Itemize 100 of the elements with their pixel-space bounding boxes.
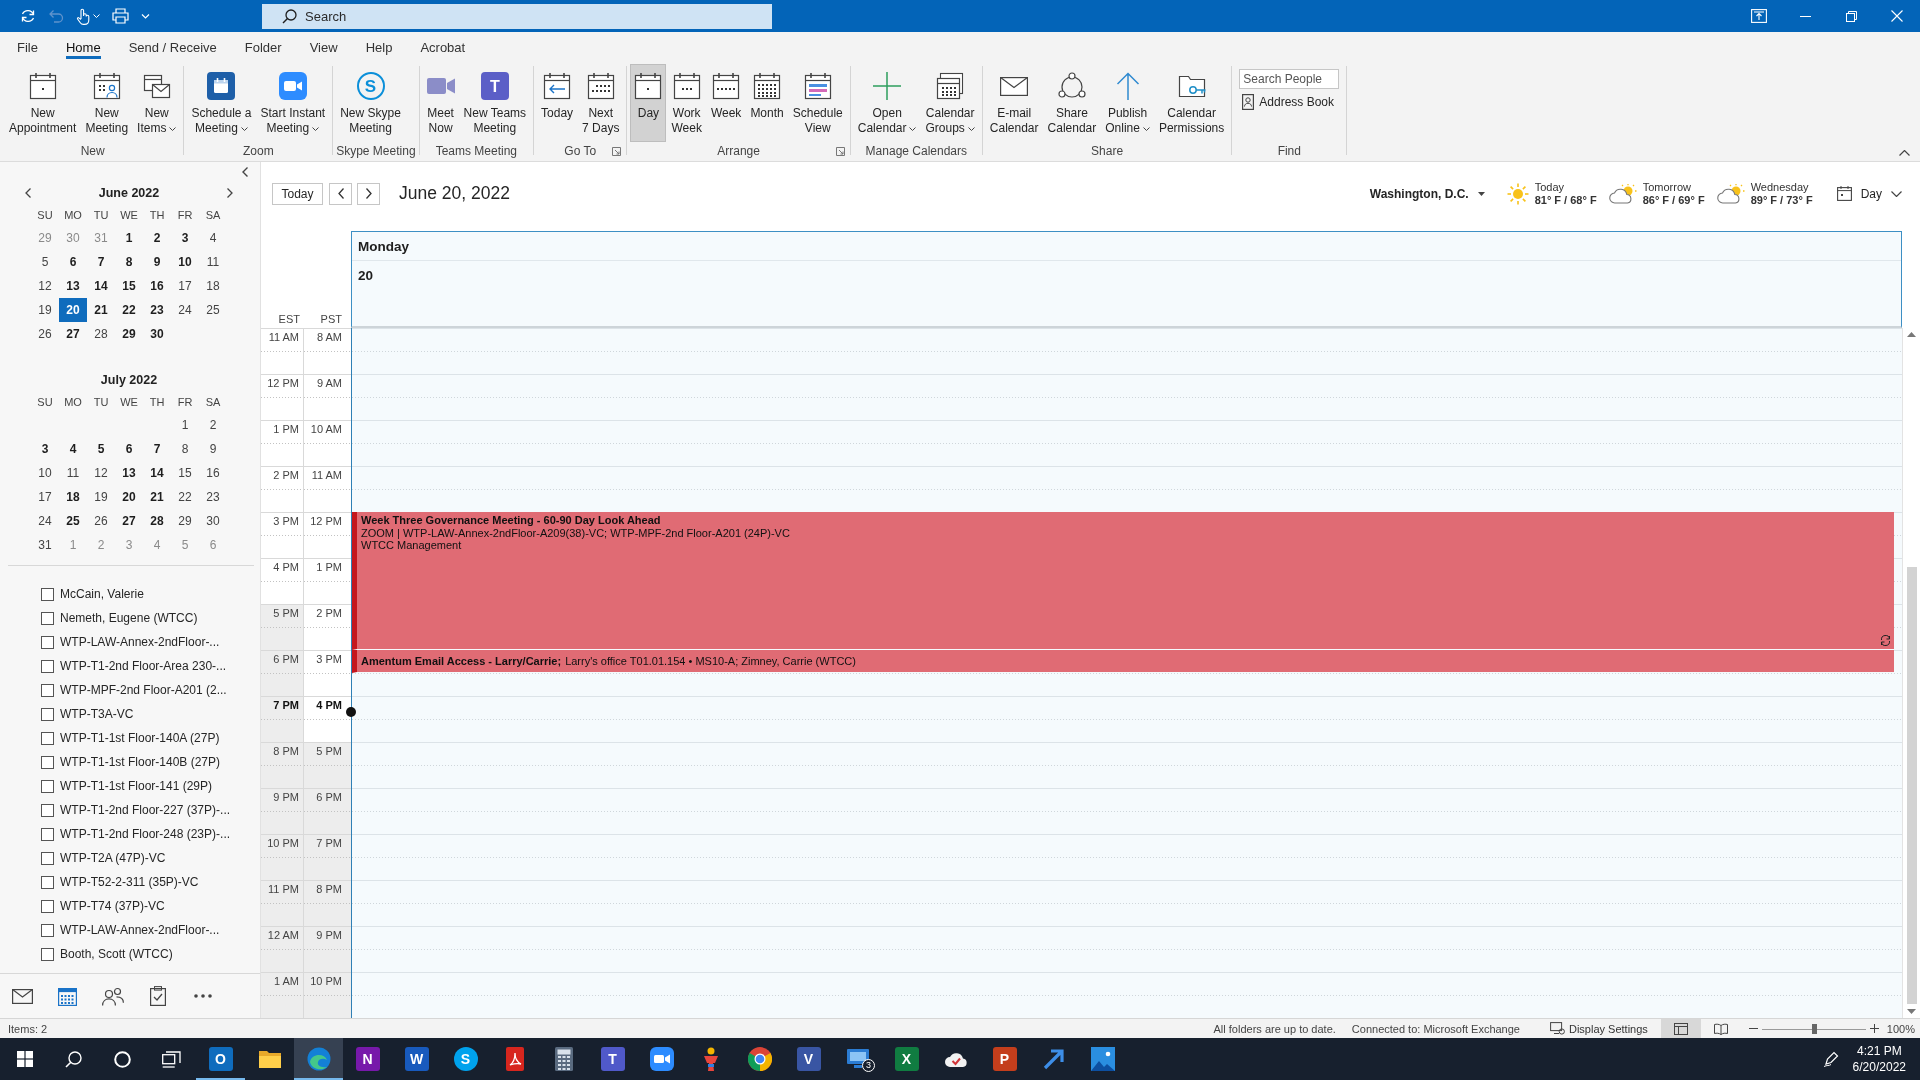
- calendar-icon[interactable]: [58, 986, 77, 1006]
- calendar-day[interactable]: 17: [31, 485, 59, 509]
- caret-icon[interactable]: [93, 14, 100, 18]
- calendar-permissions-button[interactable]: Calendar Permissions: [1154, 64, 1229, 142]
- work-week-view-button[interactable]: Work Week: [667, 64, 706, 142]
- chevron-left-icon[interactable]: [242, 167, 248, 177]
- stacked-windows-icon[interactable]: [162, 1050, 181, 1068]
- calendar-day[interactable]: 19: [31, 298, 59, 322]
- display-settings-button[interactable]: Display Settings: [1550, 1022, 1648, 1035]
- calendar-day[interactable]: 23: [143, 298, 171, 322]
- taskbar-button[interactable]: V: [784, 1038, 833, 1080]
- calendar-day[interactable]: 23: [199, 485, 227, 509]
- calendar-name[interactable]: Nemeth, Eugene (WTCC): [60, 611, 198, 625]
- menu-tab[interactable]: Folder: [244, 32, 282, 59]
- new-meeting-button[interactable]: New Meeting: [81, 64, 133, 142]
- calendar-day[interactable]: 30: [199, 509, 227, 533]
- plus-icon[interactable]: [1869, 1024, 1879, 1033]
- calendar-day[interactable]: 12: [87, 461, 115, 485]
- calendar-day[interactable]: 28: [143, 509, 171, 533]
- calendar-day[interactable]: 21: [143, 485, 171, 509]
- search-field[interactable]: Search: [262, 3, 772, 29]
- calendar-day[interactable]: 28: [87, 322, 115, 346]
- instant-meeting-button[interactable]: Start Instant Meeting: [256, 64, 330, 142]
- next-day-button[interactable]: [357, 182, 380, 205]
- checkbox[interactable]: [41, 755, 54, 769]
- taskbar-button[interactable]: N: [343, 1038, 392, 1080]
- new-items-button[interactable]: New Items: [133, 64, 181, 142]
- share-calendar-button[interactable]: Share Calendar: [1043, 64, 1101, 142]
- calendar-day[interactable]: 13: [59, 274, 87, 298]
- calendar-day[interactable]: 8: [115, 250, 143, 274]
- calendar-day[interactable]: 10: [171, 250, 199, 274]
- scroll-up-icon[interactable]: [1907, 332, 1916, 337]
- clock-date[interactable]: 6/20/2022: [1852, 1059, 1906, 1075]
- calendar-day[interactable]: 27: [115, 509, 143, 533]
- publish-online-button[interactable]: Publish Online: [1101, 64, 1154, 142]
- menu-tab[interactable]: Acrobat: [420, 32, 466, 59]
- calendar-day[interactable]: 14: [143, 461, 171, 485]
- calendar-day[interactable]: 9: [143, 250, 171, 274]
- printer-icon[interactable]: [112, 8, 129, 24]
- calendar-day[interactable]: 29: [115, 322, 143, 346]
- calendar-name[interactable]: WTP-T1-1st Floor-140B (27P): [60, 755, 221, 769]
- calendar-name[interactable]: WTP-T1-2nd Floor-227 (37P)-...: [60, 803, 231, 817]
- checkbox[interactable]: [41, 923, 54, 937]
- week-view-button[interactable]: Week: [706, 64, 746, 142]
- chevron-right-icon[interactable]: [227, 188, 233, 198]
- schedule-meeting-button[interactable]: Schedule a Meeting: [187, 64, 256, 142]
- calendar-day[interactable]: 3: [171, 226, 199, 250]
- calendar-day[interactable]: 2: [143, 226, 171, 250]
- checkbox[interactable]: [41, 875, 54, 889]
- calendar-name[interactable]: WTP-T1-1st Floor-140A (27P): [60, 731, 220, 745]
- pen-icon[interactable]: [1822, 1051, 1839, 1067]
- calendar-day[interactable]: 11: [199, 250, 227, 274]
- calendar-day[interactable]: 6: [59, 250, 87, 274]
- view-switcher[interactable]: Day: [1836, 186, 1902, 201]
- calendar-day[interactable]: 12: [31, 274, 59, 298]
- skype-meeting-button[interactable]: S New Skype Meeting: [336, 64, 405, 142]
- calendar-day[interactable]: 10: [31, 461, 59, 485]
- calendar-name[interactable]: McCain, Valerie: [60, 587, 144, 601]
- calendar-day[interactable]: 9: [199, 437, 227, 461]
- close-icon[interactable]: [1891, 10, 1903, 22]
- scrollbar-thumb[interactable]: [1906, 567, 1917, 1004]
- calendar-day[interactable]: 20: [59, 298, 87, 322]
- calendar-day[interactable]: 22: [171, 485, 199, 509]
- teams-meeting-button[interactable]: T New Teams Meeting: [459, 64, 531, 142]
- calendar-name[interactable]: WTP-T52-2-311 (35P)-VC: [60, 875, 199, 889]
- taskbar-button[interactable]: W: [392, 1038, 441, 1080]
- search-people-field[interactable]: Search People: [1239, 69, 1340, 89]
- calendar-day[interactable]: 24: [171, 298, 199, 322]
- hand-pointer-icon[interactable]: [76, 7, 90, 25]
- checkbox[interactable]: [41, 707, 54, 721]
- checkbox[interactable]: [41, 659, 54, 673]
- calendar-day[interactable]: 5: [87, 437, 115, 461]
- meet-now-button[interactable]: Meet Now: [422, 64, 459, 142]
- sync-icon[interactable]: [20, 8, 36, 24]
- calendar-groups-button[interactable]: Calendar Groups: [921, 64, 979, 142]
- new-appointment-button[interactable]: New Appointment: [5, 64, 81, 142]
- calendar-day[interactable]: 11: [59, 461, 87, 485]
- calendar-day[interactable]: 19: [87, 485, 115, 509]
- calendar-name[interactable]: WTP-T1-2nd Floor-248 (23P)-...: [60, 827, 231, 841]
- taskbar-button[interactable]: 3: [833, 1038, 882, 1080]
- email-calendar-button[interactable]: E-mail Calendar: [985, 64, 1043, 142]
- checkbox[interactable]: [41, 779, 54, 793]
- checkbox[interactable]: [41, 827, 54, 841]
- day-view-button[interactable]: Day: [630, 64, 667, 142]
- checkbox[interactable]: [41, 947, 54, 961]
- calendar-day[interactable]: 20: [115, 485, 143, 509]
- checkbox[interactable]: [41, 803, 54, 817]
- checkbox[interactable]: [41, 851, 54, 865]
- vertical-scrollbar[interactable]: [1902, 328, 1920, 1018]
- calendar-day[interactable]: 8: [171, 437, 199, 461]
- calendar-day[interactable]: 1: [115, 226, 143, 250]
- taskbar-button[interactable]: P: [980, 1038, 1029, 1080]
- calendar-day[interactable]: 4: [199, 226, 227, 250]
- calendar-name[interactable]: WTP-MPF-2nd Floor-A201 (2...: [60, 683, 227, 697]
- previous-day-button[interactable]: [329, 182, 352, 205]
- checkbox[interactable]: [41, 587, 54, 601]
- calendar-day[interactable]: 14: [87, 274, 115, 298]
- dialog-launcher-icon[interactable]: [835, 146, 845, 156]
- calendar-name[interactable]: WTP-T3A-VC: [60, 707, 134, 721]
- chevron-left-icon[interactable]: [25, 188, 31, 198]
